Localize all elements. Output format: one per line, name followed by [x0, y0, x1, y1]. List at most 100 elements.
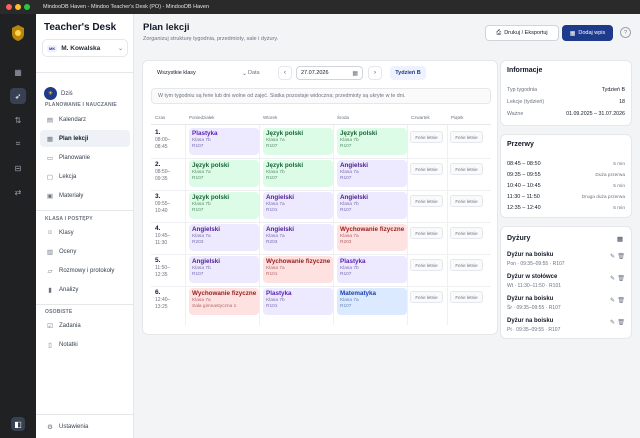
edit-icon[interactable]: ✎ — [610, 297, 615, 304]
lesson-cell[interactable]: Angielski Klasa 7a R203 — [189, 224, 259, 251]
lesson-end: 10:40 — [155, 207, 168, 214]
sidebar-item-label: Zadania — [59, 322, 81, 329]
lesson-cell[interactable]: Angielski Klasa 7b R107 — [189, 256, 259, 283]
sidebar-item-oceny[interactable]: ▥ Oceny — [40, 243, 130, 260]
lesson-cell[interactable]: Plastyka Klasa 7b R107 — [337, 256, 407, 283]
lesson-room: R107 — [192, 176, 204, 181]
holiday-chip: Ferie letnie — [410, 195, 443, 207]
date-input[interactable]: 27.07.2026 ▦ — [296, 66, 363, 80]
lesson-start: 08:50– — [155, 169, 171, 175]
holiday-chip: Ferie letnie — [450, 163, 483, 175]
rocket-icon[interactable]: ➶ — [10, 88, 26, 104]
edit-icon[interactable]: ✎ — [610, 275, 615, 282]
lesson-cell[interactable]: Angielski Klasa 7a R107 — [337, 160, 407, 187]
lesson-cell[interactable]: Angielski Klasa 7b R107 — [337, 192, 407, 219]
lesson-room: R101 — [266, 304, 278, 309]
sidebar-item-plan-lekcji[interactable]: ▦ Plan lekcji — [40, 130, 130, 147]
sidebar-item-kalendarz[interactable]: ▤ Kalendarz — [40, 111, 130, 128]
lesson-time: 08:00– 08:45 — [155, 137, 170, 150]
lesson-cell[interactable]: Język polski Klasa 7b R107 — [189, 192, 259, 219]
class-select[interactable]: Wszystkie klasy ⌄ — [151, 66, 251, 80]
lesson-cell[interactable]: Wychowanie fizyczne Klasa 7a R203 — [337, 224, 407, 251]
user-name: M. Kowalska — [61, 44, 101, 52]
lesson-start: 11:50– — [155, 265, 170, 271]
sync-icon[interactable]: ⇅ — [10, 112, 26, 128]
lesson-cell[interactable]: Wychowanie fizyczne Klasa 7a R101 — [263, 256, 333, 283]
edit-icon[interactable]: ✎ — [610, 319, 615, 326]
help-button[interactable]: ? — [620, 27, 631, 38]
lesson-cell[interactable]: Wychowanie fizyczne Klasa 7a Sala gimnas… — [189, 288, 259, 315]
scan-icon[interactable]: ⌗ — [10, 136, 26, 152]
duty-title: Dyżur na boisku — [507, 318, 554, 324]
gear-icon: ⚙ — [47, 423, 53, 431]
toggle-sidebar-icon[interactable]: ◧ — [11, 417, 25, 431]
sun-icon: ☀ — [44, 87, 57, 100]
database-icon[interactable]: ⊟ — [10, 160, 26, 176]
lesson-cell[interactable]: Język polski Klasa 7a R107 — [189, 160, 259, 187]
trash-icon[interactable]: 🗑 — [617, 319, 625, 326]
sidebar-item-analizy[interactable]: ▮ Analizy — [40, 281, 130, 298]
calendar-icon: ▦ — [352, 70, 358, 77]
break-time: 11:30 – 11:50 — [507, 194, 540, 200]
sidebar-item-zadania[interactable]: ☑ Zadania — [40, 317, 130, 334]
prev-week-button[interactable]: ‹ — [278, 66, 292, 80]
lesson-cell[interactable]: Angielski Klasa 7a R203 — [263, 224, 333, 251]
user-switcher[interactable]: MK M. Kowalska ⌄ — [42, 39, 128, 57]
sidebar-item-notatki[interactable]: ▯ Notatki — [40, 336, 130, 353]
lesson-start: 12:40– — [155, 297, 171, 303]
holiday-chip: Ferie letnie — [450, 291, 483, 303]
column-divider — [185, 125, 186, 325]
lesson-subject: Plastyka — [192, 130, 218, 137]
row-divider — [151, 254, 491, 255]
lesson-room: R107 — [340, 272, 352, 277]
duty-title: Dyżur na boisku — [507, 252, 554, 258]
sidebar-item-ustawienia[interactable]: ⚙ Ustawienia — [40, 418, 130, 435]
info-value: 18 — [619, 99, 625, 105]
lesson-cell[interactable]: Język polski Klasa 7a R107 — [263, 128, 333, 155]
calendar-icon[interactable]: ▦ — [617, 235, 623, 243]
trash-icon[interactable]: 🗑 — [617, 253, 625, 260]
breaks-title: Przerwy — [507, 141, 534, 148]
holiday-chip: Ferie letnie — [450, 131, 483, 143]
minimize-window-button[interactable] — [15, 4, 21, 10]
sidebar-item-planowanie[interactable]: ▭ Planowanie — [40, 149, 130, 166]
lesson-cell[interactable]: Plastyka Klasa 7b R107 — [189, 128, 259, 155]
sidebar-item-dzis[interactable]: ☀ Dziś — [44, 87, 73, 100]
break-time: 08:45 – 08:50 — [507, 161, 541, 167]
planning-icon: ▭ — [46, 154, 54, 162]
info-card: Informacje Typ tygodnia Tydzień B Lekcje… — [500, 60, 632, 126]
print-export-button[interactable]: ⎙ Drukuj / Eksportuj — [485, 25, 559, 41]
trash-icon[interactable]: 🗑 — [617, 275, 625, 282]
transfer-icon[interactable]: ⇄ — [10, 184, 26, 200]
duty-details: Śr · 09:35–09:55 · R107 — [507, 305, 561, 311]
lesson-cell[interactable]: Matematyka Klasa 7a R107 — [337, 288, 407, 315]
column-header-thu: Czwartek — [411, 115, 430, 120]
lesson-end: 13:25 — [155, 303, 168, 310]
lesson-cell[interactable]: Angielski Klasa 7a R101 — [263, 192, 333, 219]
user-initials: MK — [47, 44, 58, 52]
sidebar-item-label: Kalendarz — [59, 116, 87, 123]
info-label: Lekcje (tydzień) — [507, 99, 545, 105]
maximize-window-button[interactable] — [24, 4, 30, 10]
info-label: Typ tygodnia — [507, 87, 538, 93]
dashboard-icon[interactable]: ▦ — [10, 64, 26, 80]
sidebar-item-lekcja[interactable]: ▢ Lekcja — [40, 168, 130, 185]
lesson-room: R107 — [266, 144, 278, 149]
lesson-cell[interactable]: Język polski Klasa 7b R107 — [263, 160, 333, 187]
close-window-button[interactable] — [6, 4, 12, 10]
duty-details: Pon · 09:35–09:55 · R107 — [507, 261, 565, 267]
sidebar-item-rozmowy[interactable]: ▱ Rozmowy i protokoły — [40, 262, 130, 279]
sidebar-item-materialy[interactable]: ▣ Materiały — [40, 187, 130, 204]
add-entry-button[interactable]: ▦ Dodaj wpis — [562, 25, 613, 41]
sidebar-item-klasy[interactable]: ☺ Klasy — [40, 224, 130, 241]
lesson-room: R107 — [340, 144, 352, 149]
lesson-cell[interactable]: Język polski Klasa 7b R107 — [337, 128, 407, 155]
class-select-value: Wszystkie klasy — [157, 70, 196, 76]
lesson-subject: Język polski — [266, 162, 304, 169]
lesson-cell[interactable]: Plastyka Klasa 7b R101 — [263, 288, 333, 315]
trash-icon[interactable]: 🗑 — [617, 297, 625, 304]
next-week-button[interactable]: › — [368, 66, 382, 80]
break-desc: Duża przerwa — [595, 173, 625, 178]
edit-icon[interactable]: ✎ — [610, 253, 615, 260]
duty-details: Wt · 11:30–11:50 · R101 — [507, 283, 562, 289]
